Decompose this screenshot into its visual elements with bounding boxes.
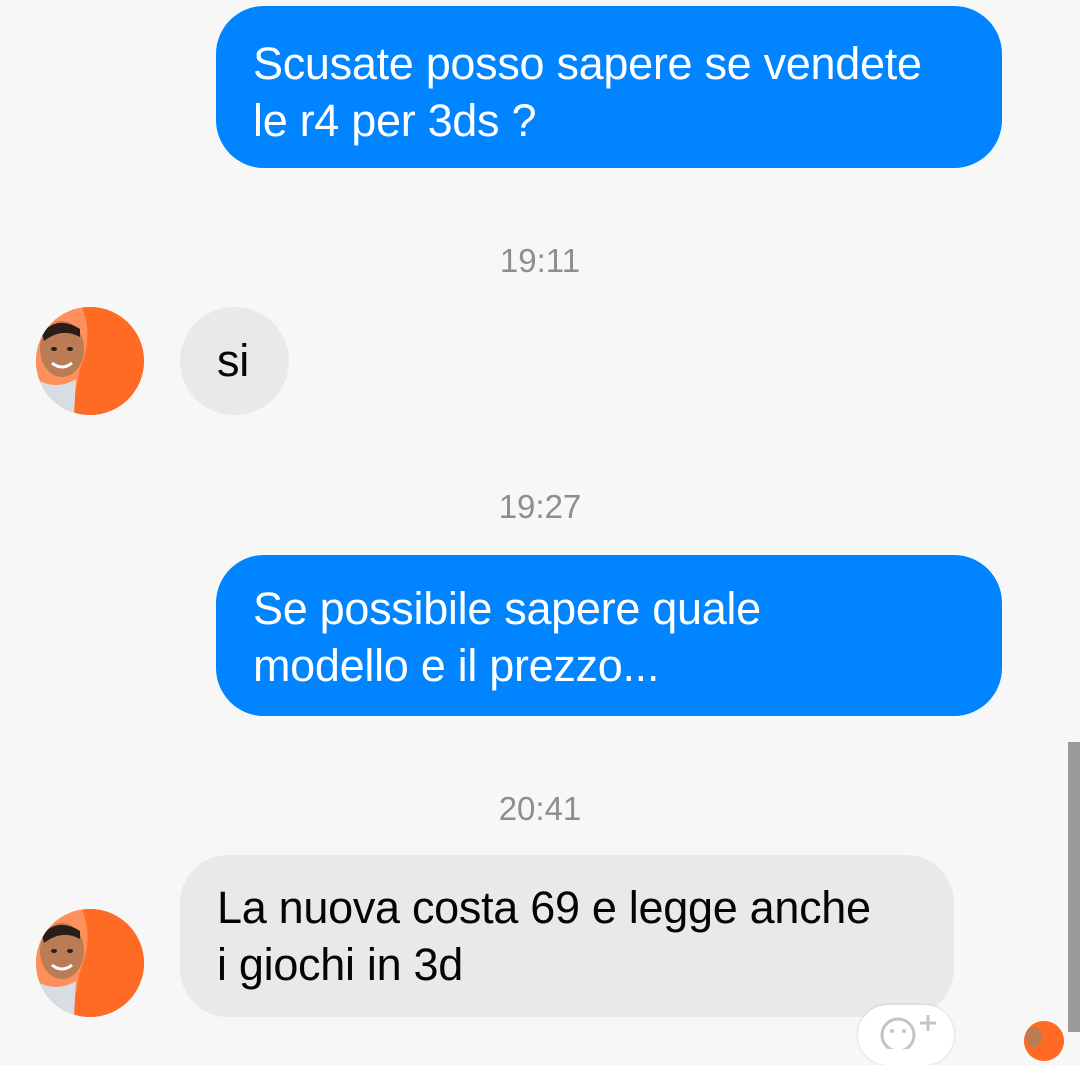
incoming-message[interactable]: si [180, 307, 289, 415]
message-line: Scusate posso sapere se vendete [253, 38, 922, 89]
outgoing-message[interactable]: Scusate posso sapere se vendete le r4 pe… [216, 6, 1002, 168]
contact-avatar[interactable] [36, 909, 144, 1017]
message-line: i giochi in 3d [217, 939, 463, 990]
message-line: le r4 per 3ds ? [253, 95, 537, 146]
message-timestamp: 19:11 [499, 242, 581, 279]
message-timestamp: 20:41 [498, 790, 582, 827]
contact-avatar[interactable] [36, 307, 144, 415]
message-line: si [217, 335, 249, 386]
message-timestamp: 19:27 [498, 488, 582, 525]
incoming-message[interactable]: La nuova costa 69 e legge anche i giochi… [180, 855, 954, 1017]
add-reaction-icon [880, 1015, 936, 1049]
scrollbar[interactable] [1068, 742, 1080, 1032]
message-line: modello e il prezzo... [253, 640, 660, 691]
message-line: Se possibile sapere quale [253, 583, 761, 634]
add-reaction-button[interactable] [858, 1005, 954, 1065]
outgoing-message[interactable]: Se possibile sapere quale modello e il p… [216, 555, 1002, 716]
message-line: La nuova costa 69 e legge anche [217, 882, 871, 933]
read-receipt-avatar [1024, 1021, 1064, 1061]
